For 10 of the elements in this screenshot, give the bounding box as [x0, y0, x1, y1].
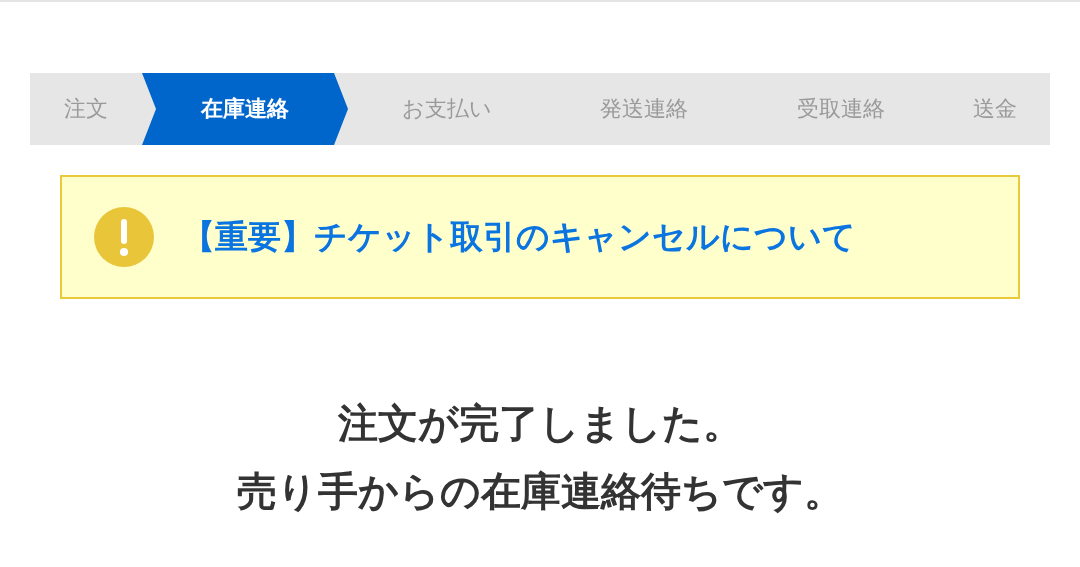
step: 発送連絡 — [545, 73, 743, 145]
warning-icon — [94, 207, 154, 267]
step: 送金 — [940, 73, 1050, 145]
step: 注文 — [30, 73, 142, 145]
status-message: 売り手からの在庫連絡待ちです。 — [236, 467, 844, 516]
status-message: 注文が完了しました。 — [337, 399, 743, 448]
step: お支払い — [348, 73, 546, 145]
notice-link[interactable]: 【重要】チケット取引のキャンセルについて — [182, 214, 856, 260]
step: 在庫連絡 — [142, 73, 348, 145]
step: 受取連絡 — [742, 73, 940, 145]
